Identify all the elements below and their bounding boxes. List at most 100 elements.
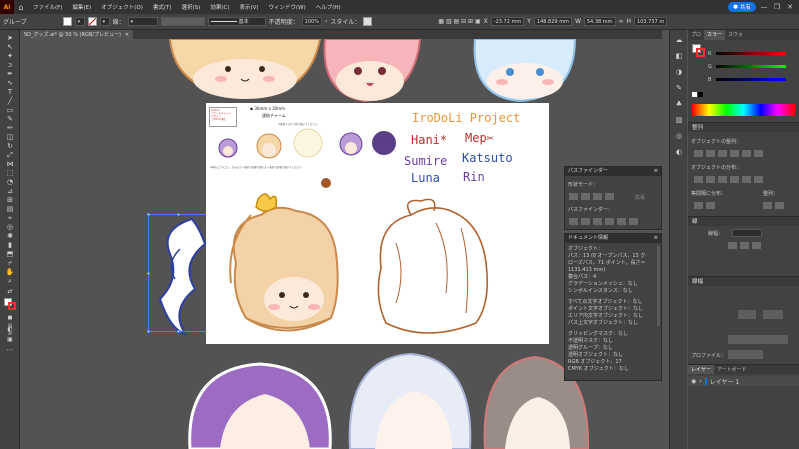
dash-field[interactable] [738, 310, 756, 319]
graph-tool-icon[interactable]: ▮ [5, 241, 15, 249]
pen-tool-icon[interactable]: ✒ [5, 70, 15, 78]
distribute-buttons[interactable] [694, 176, 763, 183]
eraser-icon[interactable]: ◫ [5, 133, 15, 141]
shape-mode-buttons[interactable] [569, 193, 614, 200]
symbols-icon[interactable]: ♣ [674, 100, 684, 108]
resize-handle[interactable] [177, 213, 180, 216]
artboard-tool-icon[interactable]: ⬒ [5, 250, 15, 258]
resize-handle[interactable] [147, 330, 150, 333]
menu-help[interactable]: ヘルプ(H) [311, 3, 346, 11]
eye-icon[interactable]: ◉ [691, 378, 696, 385]
rotate-tool-icon[interactable]: ↻ [5, 142, 15, 150]
stroke-weight-field[interactable] [732, 229, 762, 237]
transparency-icon[interactable]: ◐ [674, 148, 684, 156]
x-input[interactable]: -23.72 mm [490, 17, 525, 26]
close-tab-icon[interactable]: ✕ [125, 32, 129, 38]
gap-field[interactable] [763, 310, 783, 319]
chevron-right-icon[interactable]: › [325, 18, 327, 25]
color-spectrum[interactable] [692, 104, 795, 116]
black-swatch[interactable] [698, 92, 703, 97]
eyedropper-icon[interactable]: ⌖ [5, 214, 15, 222]
width-tab[interactable]: 線幅 [692, 279, 703, 285]
pencil-icon[interactable]: ✏ [5, 124, 15, 132]
stroke-color-icon[interactable] [8, 302, 16, 310]
tab-properties[interactable]: プロ [688, 30, 704, 40]
tab-swatches[interactable]: スウォ [725, 30, 746, 40]
properties-icon[interactable]: ◧ [674, 52, 684, 60]
align-buttons[interactable] [694, 150, 763, 157]
type-tool-icon[interactable]: T [5, 88, 15, 96]
slider-g[interactable] [716, 65, 786, 68]
lasso-icon[interactable]: ↄ [5, 61, 15, 69]
resize-handle[interactable] [177, 330, 180, 333]
fill-swatch[interactable] [62, 17, 72, 26]
perspective-grid-icon[interactable]: ⊿ [5, 187, 15, 195]
expand-chevron-icon[interactable]: › [699, 378, 701, 385]
stroke-tab[interactable]: 線 [692, 219, 698, 225]
rectangle-tool-icon[interactable]: ▭ [5, 106, 15, 114]
stroke-weight-input[interactable]: ▾ [127, 17, 158, 26]
fill-dropdown[interactable]: ▾ [74, 17, 85, 26]
close-button[interactable]: ✕ [785, 3, 795, 11]
menu-window[interactable]: ウィンドウ(W) [264, 3, 311, 11]
h-input[interactable]: 103.737 m [634, 17, 668, 26]
menu-object[interactable]: オブジェクト(O) [96, 3, 148, 11]
slider-b[interactable] [716, 78, 786, 81]
document-tab[interactable]: SD_グッズ.ai* @ 50 % (RGB/プレビュー) ✕ [20, 30, 134, 39]
align-tab[interactable]: 整列 [692, 125, 703, 131]
profile-dropdown[interactable] [728, 350, 763, 359]
slider-r[interactable] [716, 52, 786, 55]
minimize-button[interactable]: — [759, 3, 769, 11]
draw-mode-icon[interactable]: ◐ [5, 326, 15, 334]
link-icon[interactable]: ∞ [619, 18, 624, 25]
expand-button[interactable]: 拡張 [635, 194, 645, 201]
menu-type[interactable]: 書式(T) [148, 3, 177, 11]
paintbrush-icon[interactable]: ✎ [5, 115, 15, 123]
menu-select[interactable]: 選択(S) [177, 3, 206, 11]
scale-tool-icon[interactable]: ⤢ [5, 151, 15, 159]
opacity-input[interactable]: 100% [301, 17, 322, 26]
tab-color[interactable]: カラー [704, 30, 726, 40]
w-input[interactable]: 54.38 mm [583, 17, 616, 26]
menu-effect[interactable]: 効果(C) [205, 3, 234, 11]
tab-artboards[interactable]: アートボード [714, 365, 750, 374]
menu-file[interactable]: ファイル(F) [28, 3, 67, 11]
appearance-icon[interactable]: ◎ [674, 132, 684, 140]
maximize-button[interactable]: ❐ [772, 3, 782, 11]
brush-definition[interactable]: 基本 [207, 17, 266, 26]
stroke-swatch[interactable] [87, 17, 97, 26]
color-mode-icons[interactable]: ■ ▤ ⊘ [5, 314, 15, 337]
blend-tool-icon[interactable]: ◎ [5, 223, 15, 231]
symbol-sprayer-icon[interactable]: ✺ [5, 232, 15, 240]
mesh-tool-icon[interactable]: ⊞ [5, 196, 15, 204]
more-tools-icon[interactable]: ⋯ [5, 346, 15, 354]
share-button[interactable]: ● 共有 [728, 2, 756, 12]
y-input[interactable]: 148.829 mm [533, 17, 572, 26]
brushes-icon[interactable]: ✎ [674, 84, 684, 92]
home-icon[interactable]: ⌂ [14, 0, 28, 14]
width-tool-icon[interactable]: ⋈ [5, 160, 15, 168]
shape-builder-icon[interactable]: ◔ [5, 178, 15, 186]
magic-wand-icon[interactable]: ✦ [5, 52, 15, 60]
fill-stroke-swap-icon[interactable]: ⇄ [5, 288, 15, 296]
gradient-tool-icon[interactable]: ▤ [5, 205, 15, 213]
spacing-buttons[interactable] [694, 202, 715, 209]
selection-tool-icon[interactable]: ➤ [5, 34, 15, 42]
line-tool-icon[interactable]: ╱ [5, 97, 15, 105]
scrollbar[interactable] [657, 246, 660, 326]
graphic-style-swatch[interactable] [363, 17, 373, 26]
panel-menu-icon[interactable]: ≡ [654, 167, 658, 176]
resize-handle[interactable] [147, 213, 150, 216]
direct-selection-tool-icon[interactable]: ↖ [5, 43, 15, 51]
menu-edit[interactable]: 編集(E) [67, 3, 96, 11]
arrowhead-field[interactable] [728, 335, 788, 344]
variable-width-profile[interactable] [160, 17, 205, 26]
color-stroke-icon[interactable] [696, 48, 705, 57]
zoom-tool-icon[interactable]: ⌕ [5, 277, 15, 285]
slice-tool-icon[interactable]: ⌿ [5, 259, 15, 267]
white-swatch[interactable] [692, 92, 697, 97]
align-icons[interactable]: ▦ ▥ ▤ ⊟ ⊞ ▣ [438, 18, 480, 25]
selection-bounding-box[interactable] [147, 213, 210, 333]
panel-menu-icon[interactable]: ≡ [654, 234, 658, 243]
tab-layers[interactable]: レイヤー [688, 365, 714, 374]
